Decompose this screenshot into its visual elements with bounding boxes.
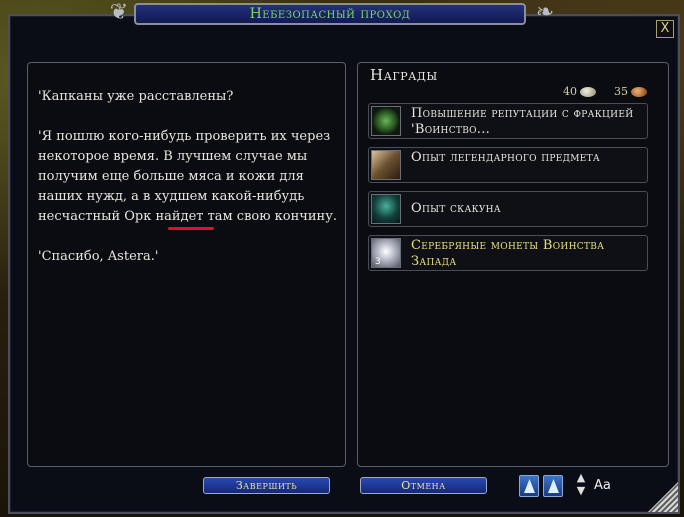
reward-item[interactable]: Опыт легендарного предмета — [368, 147, 648, 183]
complete-button[interactable]: Завершить — [203, 477, 330, 494]
quest-text-panel: 'Капканы уже расставлены? 'Я пошлю кого-… — [27, 62, 346, 467]
person-icon — [524, 479, 535, 493]
title-right-ornament-icon: ❧ — [535, 0, 555, 25]
annotation-underline — [168, 227, 214, 230]
silver-coin-icon — [580, 86, 596, 97]
group-tool-button[interactable] — [519, 475, 539, 497]
quest-dialog: X 'Капканы уже расставлены? 'Я пошлю ког… — [8, 14, 680, 514]
fellowship-tool-button[interactable] — [543, 475, 563, 497]
reward-item[interactable]: Повышение репутации с фракцией 'Воинство… — [368, 103, 648, 139]
reward-count: 3 — [375, 257, 381, 267]
silver-currency: 40 — [563, 85, 596, 98]
copper-coin-icon — [631, 86, 647, 97]
quest-paragraph: 'Капканы уже расставлены? — [38, 89, 234, 104]
legendary-item-icon — [371, 150, 401, 180]
reward-label: Серебряные монеты Воинства Запада — [411, 238, 605, 269]
group-icon — [548, 479, 559, 493]
up-arrow-icon[interactable]: ▲ — [573, 471, 589, 484]
reward-label: Опыт скакуна — [411, 201, 501, 216]
title-left-ornament-icon: ❦ — [109, 0, 129, 25]
font-size-label: Aa — [594, 478, 611, 493]
rewards-title: Награды — [370, 66, 438, 84]
reward-label: Опыт легендарного предмета — [411, 150, 601, 165]
rewards-panel: Награды 40 35 Повышение репутации с фрак… — [357, 62, 669, 467]
quest-paragraph: 'Я пошлю кого-нибудь проверить их через … — [38, 129, 337, 224]
font-size-stepper[interactable]: ▲ ▼ — [573, 471, 589, 499]
quest-text: 'Капканы уже расставлены? 'Я пошлю кого-… — [38, 87, 338, 287]
window-title[interactable]: Небезопасный проход — [134, 3, 526, 25]
reputation-icon — [371, 106, 401, 136]
quest-paragraph: 'Спасибо, Astera.' — [38, 249, 159, 264]
copper-currency: 35 — [614, 85, 647, 98]
silver-amount: 40 — [563, 85, 577, 98]
copper-amount: 35 — [614, 85, 628, 98]
reward-label: Повышение репутации с фракцией 'Воинство… — [411, 106, 634, 137]
reward-item[interactable]: 3 Серебряные монеты Воинства Запада — [368, 235, 648, 271]
silver-coins-icon: 3 — [371, 238, 401, 268]
close-button[interactable]: X — [656, 20, 674, 38]
cancel-button[interactable]: Отмена — [360, 477, 487, 494]
down-arrow-icon[interactable]: ▼ — [573, 484, 589, 497]
horse-icon — [371, 194, 401, 224]
reward-item[interactable]: Опыт скакуна — [368, 191, 648, 227]
